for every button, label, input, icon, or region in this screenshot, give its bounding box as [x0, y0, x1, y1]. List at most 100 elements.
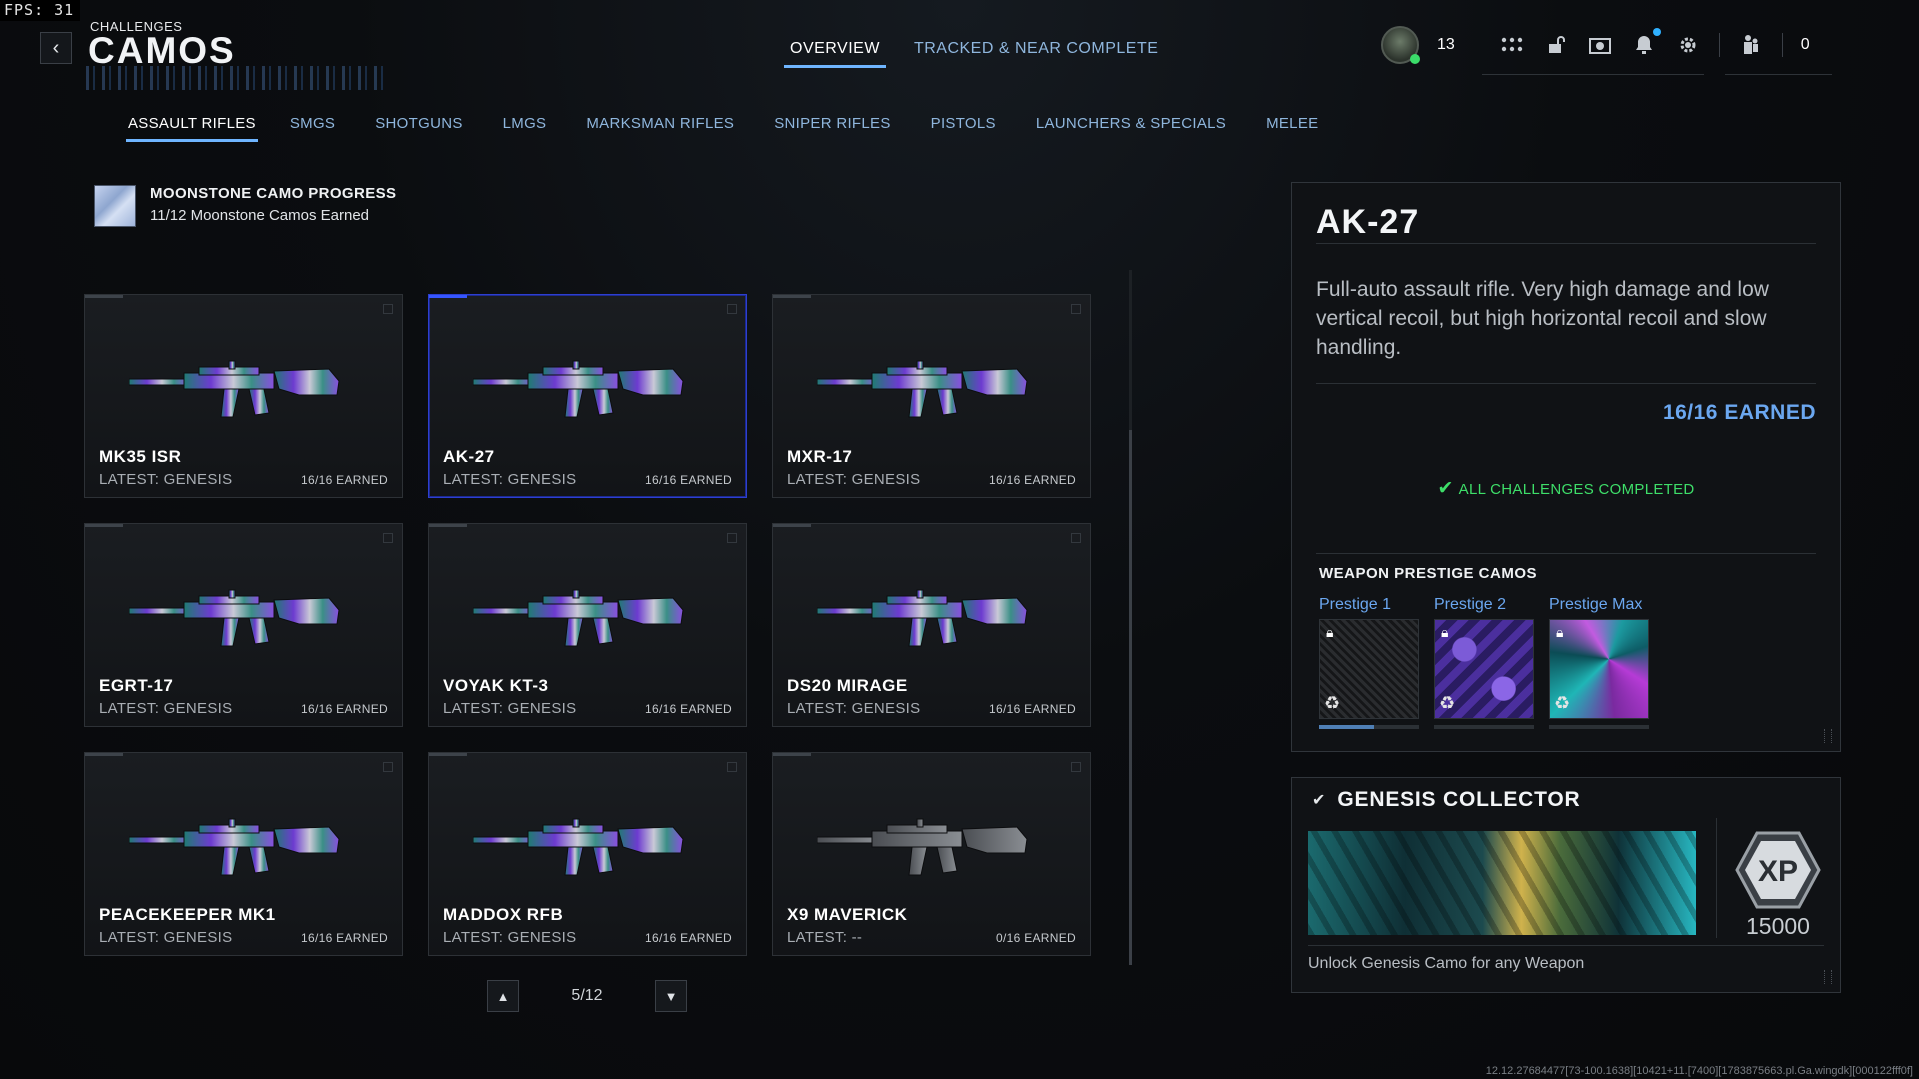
check-icon: ✔	[1312, 792, 1326, 809]
weapon-name: MADDOX RFB	[443, 905, 564, 924]
tab-tracked-near-complete[interactable]: TRACKED & NEAR COMPLETE	[914, 40, 1158, 68]
weapon-earned-count: 16/16 EARNED	[989, 702, 1076, 716]
moonstone-progress[interactable]: MOONSTONE CAMO PROGRESS 11/12 Moonstone …	[94, 185, 396, 227]
weapon-card[interactable]: DS20 MIRAGE LATEST: GENESIS 16/16 EARNED	[772, 523, 1091, 727]
weapon-earned-count: 16/16 EARNED	[645, 473, 732, 487]
unlock-icon[interactable]	[1543, 32, 1569, 58]
collector-header: ✔ GENESIS COLLECTOR	[1312, 788, 1580, 812]
detail-weapon-name: AK-27	[1316, 203, 1420, 241]
scrollbar-thumb[interactable]	[1129, 430, 1132, 965]
weapon-earned-count: 16/16 EARNED	[301, 473, 388, 487]
page-up-button[interactable]: ▲	[487, 980, 519, 1012]
top-tabs: OVERVIEW TRACKED & NEAR COMPLETE	[784, 40, 1158, 68]
prestige-progress-bar	[1549, 725, 1649, 729]
weapon-name: MK35 ISR	[99, 447, 182, 466]
collector-title: GENESIS COLLECTOR	[1337, 788, 1581, 811]
divider	[1308, 945, 1824, 946]
weapon-name: X9 MAVERICK	[787, 905, 908, 924]
weapon-image	[129, 589, 340, 647]
weapon-earned-count: 0/16 EARNED	[996, 931, 1076, 945]
player-level: 13	[1437, 36, 1455, 53]
moonstone-title: MOONSTONE CAMO PROGRESS	[150, 185, 397, 202]
chevron-down-icon: ▼	[664, 988, 678, 1004]
weapon-image	[817, 589, 1028, 647]
divider	[1316, 243, 1816, 244]
xp-badge-label: XP	[1758, 855, 1798, 888]
genesis-collector-panel[interactable]: ✔ GENESIS COLLECTOR XP 15000 Unlock Gene…	[1291, 777, 1841, 993]
avatar[interactable]	[1381, 26, 1420, 64]
collector-reward-image	[1308, 831, 1696, 935]
weapon-name: DS20 MIRAGE	[787, 676, 908, 695]
weapon-category-tabs: ASSAULT RIFLES SMGS SHOTGUNS LMGS MARKSM…	[126, 115, 1318, 142]
tab-assault-rifles[interactable]: ASSAULT RIFLES	[126, 115, 258, 142]
tab-lmgs[interactable]: LMGS	[503, 115, 547, 142]
panel-resize-handle	[1824, 729, 1832, 743]
prestige-camo-swatch: 🔒︎ ♻︎	[1319, 619, 1419, 719]
grid-scrollbar[interactable]	[1129, 270, 1132, 965]
panel-resize-handle	[1824, 970, 1832, 984]
tab-overview[interactable]: OVERVIEW	[784, 40, 886, 68]
camera-icon[interactable]	[1587, 32, 1613, 58]
party-icon[interactable]	[1738, 32, 1764, 58]
card-accent	[773, 295, 811, 298]
moonstone-camo-thumbnail	[94, 185, 136, 227]
tab-pistols[interactable]: PISTOLS	[931, 115, 996, 142]
tab-shotguns[interactable]: SHOTGUNS	[375, 115, 462, 142]
lock-icon: 🔒︎	[1441, 624, 1449, 640]
page-down-button[interactable]: ▼	[655, 980, 687, 1012]
moonstone-subtitle: 11/12 Moonstone Camos Earned	[150, 207, 370, 224]
card-corner-icon	[727, 533, 737, 543]
tab-smgs[interactable]: SMGS	[290, 115, 335, 142]
weapon-earned-count: 16/16 EARNED	[989, 473, 1076, 487]
check-icon: ✔	[1437, 478, 1454, 499]
weapon-card[interactable]: MADDOX RFB LATEST: GENESIS 16/16 EARNED	[428, 752, 747, 956]
collector-description: Unlock Genesis Camo for any Weapon	[1308, 955, 1585, 972]
divider	[1716, 818, 1717, 938]
weapon-image	[473, 818, 684, 876]
weapon-card[interactable]: MK35 ISR LATEST: GENESIS 16/16 EARNED	[84, 294, 403, 498]
bell-icon[interactable]	[1631, 28, 1661, 58]
xp-reward-value: 15000	[1746, 913, 1810, 939]
weapon-card[interactable]: X9 MAVERICK LATEST: -- 0/16 EARNED	[772, 752, 1091, 956]
card-accent	[773, 753, 811, 756]
grid-icon[interactable]	[1499, 32, 1525, 58]
card-corner-icon	[1071, 304, 1081, 314]
hud-divider	[1781, 33, 1783, 57]
weapon-card[interactable]: EGRT-17 LATEST: GENESIS 16/16 EARNED	[84, 523, 403, 727]
notification-dot	[1652, 28, 1661, 36]
prestige-camo-2[interactable]: Prestige 2 🔒︎ ♻︎	[1434, 596, 1534, 729]
weapon-latest-camo: LATEST: GENESIS	[443, 929, 577, 946]
weapon-latest-camo: LATEST: GENESIS	[99, 700, 233, 717]
weapon-latest-camo: LATEST: GENESIS	[787, 700, 921, 717]
camos-screen: FPS: 31 ‹ CHALLENGES CAMOS OVERVIEW TRAC…	[0, 0, 1919, 1079]
tab-launchers-specials[interactable]: LAUNCHERS & SPECIALS	[1036, 115, 1226, 142]
weapon-earned-count: 16/16 EARNED	[645, 931, 732, 945]
prestige-progress-bar	[1434, 725, 1534, 729]
weapon-latest-camo: LATEST: GENESIS	[99, 929, 233, 946]
weapon-card[interactable]: AK-27 LATEST: GENESIS 16/16 EARNED	[428, 294, 747, 498]
back-button[interactable]: ‹	[40, 32, 72, 64]
weapon-earned-count: 16/16 EARNED	[301, 702, 388, 716]
prestige-camo-swatch: 🔒︎ ♻︎	[1549, 619, 1649, 719]
weapon-card[interactable]: PEACEKEEPER MK1 LATEST: GENESIS 16/16 EARN…	[84, 752, 403, 956]
weapon-name: PEACEKEEPER MK1	[99, 905, 276, 924]
settings-icon[interactable]	[1675, 32, 1701, 58]
detail-earned-count: 16/16 EARNED	[1662, 401, 1816, 424]
prestige-camo-1[interactable]: Prestige 1 🔒︎ ♻︎	[1319, 596, 1419, 729]
chevron-up-icon: ▲	[496, 988, 510, 1004]
card-corner-icon	[383, 304, 393, 314]
weapon-latest-camo: LATEST: GENESIS	[443, 471, 577, 488]
card-corner-icon	[727, 762, 737, 772]
weapon-card[interactable]: VOYAK KT-3 LATEST: GENESIS 16/16 EARNED	[428, 523, 747, 727]
weapon-earned-count: 16/16 EARNED	[645, 702, 732, 716]
chevron-left-icon: ‹	[52, 36, 60, 59]
tab-marksman-rifles[interactable]: MARKSMAN RIFLES	[586, 115, 734, 142]
tab-sniper-rifles[interactable]: SNIPER RIFLES	[774, 115, 890, 142]
tab-melee[interactable]: MELEE	[1266, 115, 1318, 142]
detail-description: Full-auto assault rifle. Very high damag…	[1316, 278, 1769, 359]
weapon-image	[129, 818, 340, 876]
weapon-card[interactable]: MXR-17 LATEST: GENESIS 16/16 EARNED	[772, 294, 1091, 498]
title-glitch-decoration	[86, 66, 386, 90]
hud-underline	[1725, 74, 1832, 75]
prestige-camo-max[interactable]: Prestige Max 🔒︎ ♻︎	[1549, 596, 1649, 729]
